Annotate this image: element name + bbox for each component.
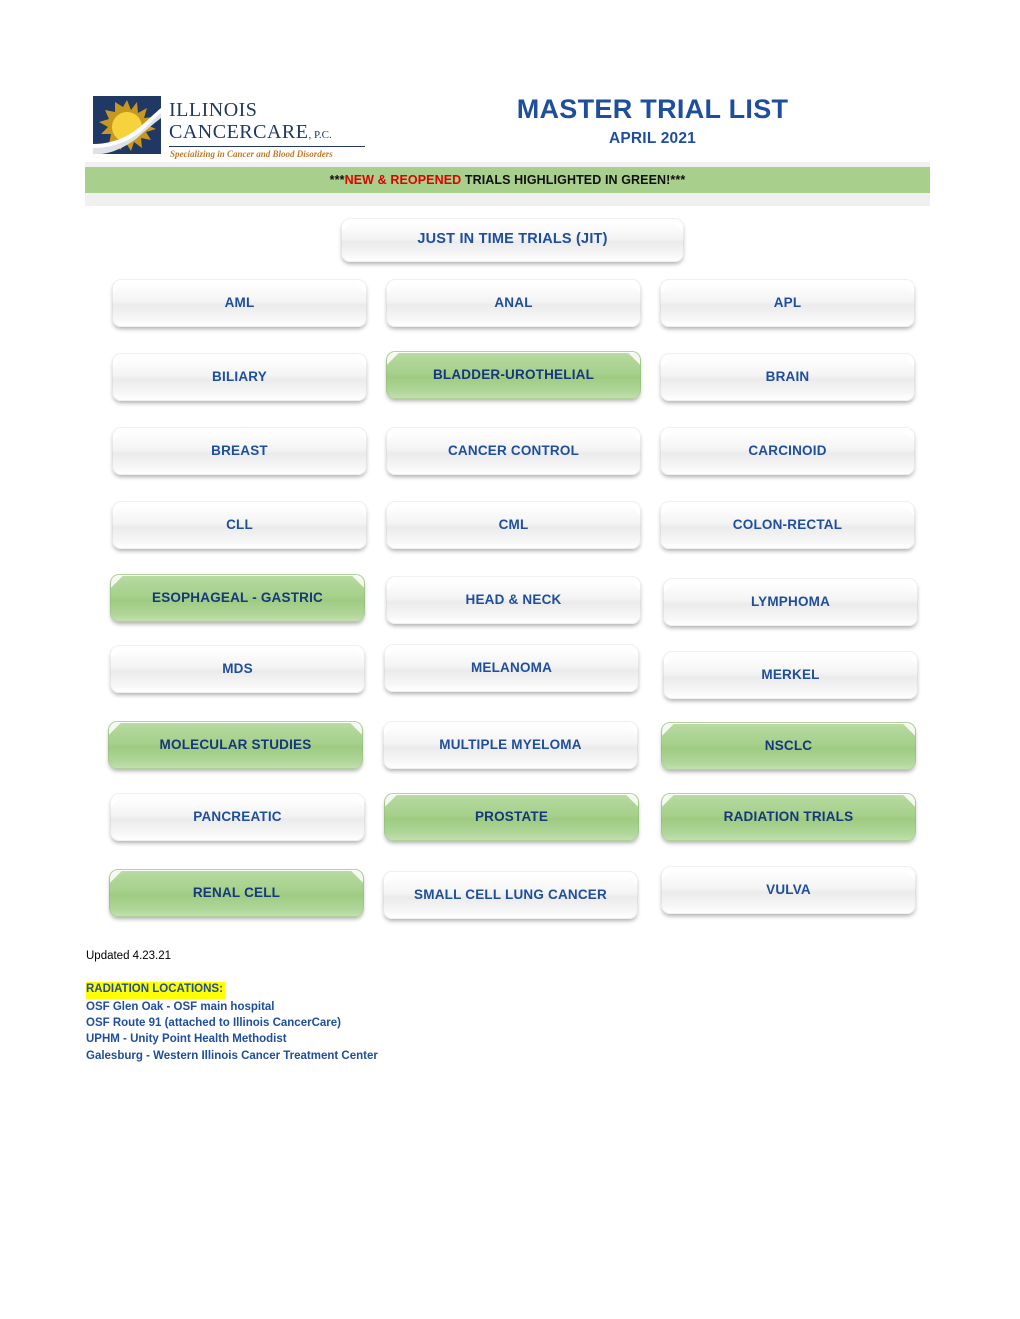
trial-button-nsclc[interactable]: NSCLC bbox=[661, 722, 916, 770]
trial-button-carcinoid[interactable]: CARCINOID bbox=[660, 427, 915, 475]
trial-button-label: HEAD & NECK bbox=[465, 591, 562, 607]
trial-button-label: MELANOMA bbox=[470, 659, 553, 675]
trial-button-apl[interactable]: APL bbox=[660, 279, 915, 327]
trial-button-bladder-urothelial[interactable]: BLADDER-UROTHELIAL bbox=[386, 351, 641, 399]
radiation-location-line: OSF Glen Oak - OSF main hospital bbox=[86, 1000, 275, 1013]
trial-button-label: COLON-RECTAL bbox=[732, 516, 843, 532]
radiation-locations-list: OSF Glen Oak - OSF main hospital OSF Rout… bbox=[86, 999, 586, 1064]
trial-button-label: CLL bbox=[226, 516, 253, 532]
trial-button-cml[interactable]: CML bbox=[386, 501, 641, 549]
trial-button-renal-cell[interactable]: RENAL CELL bbox=[109, 869, 364, 917]
trial-button-label: ESOPHAGEAL - GASTRIC bbox=[151, 589, 324, 605]
trial-button-aml[interactable]: AML bbox=[112, 279, 367, 327]
radiation-locations-heading: RADIATION LOCATIONS: bbox=[86, 982, 225, 999]
trial-button-label: MERKEL bbox=[761, 666, 820, 682]
page-title: MASTER TRIAL LIST bbox=[516, 94, 789, 124]
trial-button-label: SMALL CELL LUNG CANCER bbox=[414, 886, 607, 902]
trial-button-breast[interactable]: BREAST bbox=[112, 427, 367, 475]
logo-line-illinois: ILLINOIS bbox=[169, 99, 258, 121]
trial-button-vulva[interactable]: VULVA bbox=[661, 866, 916, 914]
trial-button-label: NSCLC bbox=[764, 737, 813, 753]
green-highlight-banner: ***NEW & REOPENED TRIALS HIGHLIGHTED IN … bbox=[85, 167, 930, 193]
trial-button-lymphoma[interactable]: LYMPHOMA bbox=[663, 578, 918, 626]
trial-button-label: BILIARY bbox=[212, 368, 267, 384]
logo-wordmark: ILLINOIS CANCERCARE, P.C. Specializing i… bbox=[167, 94, 373, 160]
banner-suffix: TRIALS HIGHLIGHTED IN GREEN!*** bbox=[461, 173, 686, 187]
header-band: ILLINOIS CANCERCARE, P.C. Specializing i… bbox=[85, 88, 930, 206]
trial-button-label: CML bbox=[498, 516, 529, 532]
trial-button-just-in-time-trials[interactable]: JUST IN TIME TRIALS (JIT) bbox=[341, 218, 684, 262]
trial-button-label: CANCER CONTROL bbox=[447, 442, 580, 458]
radiation-location-line: UPHM - Unity Point Health Methodist bbox=[86, 1033, 287, 1046]
banner-highlight: NEW & REOPENED bbox=[344, 173, 462, 187]
logo-divider bbox=[169, 146, 365, 147]
footer: Updated 4.23.21 RADIATION LOCATIONS: OSF… bbox=[86, 950, 586, 1064]
trial-button-label: PANCREATIC bbox=[193, 808, 282, 824]
title-block: MASTER TRIAL LIST APRIL 2021 bbox=[375, 94, 930, 148]
trial-button-molecular-studies[interactable]: MOLECULAR STUDIES bbox=[108, 721, 363, 769]
trial-button-small-cell-lung-cancer[interactable]: SMALL CELL LUNG CANCER bbox=[383, 871, 638, 919]
trial-button-prostate[interactable]: PROSTATE bbox=[384, 793, 639, 841]
trial-button-label: RENAL CELL bbox=[192, 884, 281, 900]
trial-button-biliary[interactable]: BILIARY bbox=[112, 353, 367, 401]
trial-button-esophageal-gastric[interactable]: ESOPHAGEAL - GASTRIC bbox=[110, 574, 365, 622]
trial-button-label: CARCINOID bbox=[748, 442, 827, 458]
trial-button-multiple-myeloma[interactable]: MULTIPLE MYELOMA bbox=[383, 721, 638, 769]
trial-button-label: MOLECULAR STUDIES bbox=[159, 736, 312, 752]
trial-button-radiation-trials[interactable]: RADIATION TRIALS bbox=[661, 793, 916, 841]
trial-button-brain[interactable]: BRAIN bbox=[660, 353, 915, 401]
trial-button-label: MDS bbox=[222, 660, 253, 676]
trial-button-melanoma[interactable]: MELANOMA bbox=[384, 644, 639, 692]
logo-tagline: Specializing in Cancer and Blood Disorde… bbox=[170, 149, 333, 159]
logo-pc-suffix: , P.C. bbox=[308, 129, 332, 141]
logo-line-cancercare: CANCERCARE, P.C. bbox=[169, 121, 332, 143]
trial-button-colon-rectal[interactable]: COLON-RECTAL bbox=[660, 501, 915, 549]
trial-button-label: AML bbox=[224, 294, 255, 310]
trial-button-cll[interactable]: CLL bbox=[112, 501, 367, 549]
radiation-location-line: OSF Route 91 (attached to Illinois Cance… bbox=[86, 1016, 341, 1029]
header-white-area: ILLINOIS CANCERCARE, P.C. Specializing i… bbox=[85, 88, 930, 162]
illinois-cancercare-logo: ILLINOIS CANCERCARE, P.C. Specializing i… bbox=[93, 94, 373, 160]
trial-button-label: LYMPHOMA bbox=[750, 593, 831, 609]
trial-button-head-neck[interactable]: HEAD & NECK bbox=[386, 576, 641, 624]
trial-button-label: BRAIN bbox=[765, 368, 810, 384]
trial-button-label: APL bbox=[773, 294, 802, 310]
trial-button-mds[interactable]: MDS bbox=[110, 645, 365, 693]
trial-button-merkel[interactable]: MERKEL bbox=[663, 651, 918, 699]
trial-button-label: BLADDER-UROTHELIAL bbox=[432, 366, 595, 382]
trial-button-cancer-control[interactable]: CANCER CONTROL bbox=[386, 427, 641, 475]
trial-button-label: ANAL bbox=[494, 294, 533, 310]
trial-button-label: JUST IN TIME TRIALS (JIT) bbox=[417, 231, 608, 248]
trial-button-label: MULTIPLE MYELOMA bbox=[439, 736, 582, 752]
trial-button-label: RADIATION TRIALS bbox=[723, 808, 854, 824]
banner-text: ***NEW & REOPENED TRIALS HIGHLIGHTED IN … bbox=[330, 173, 686, 187]
trial-button-label: PROSTATE bbox=[474, 808, 549, 824]
trial-button-anal[interactable]: ANAL bbox=[386, 279, 641, 327]
updated-date: Updated 4.23.21 bbox=[86, 950, 172, 962]
trial-button-label: VULVA bbox=[766, 881, 811, 897]
page-subtitle: APRIL 2021 bbox=[608, 130, 696, 148]
radiation-locations-block: RADIATION LOCATIONS: OSF Glen Oak - OSF … bbox=[86, 962, 586, 1064]
sunrise-road-logo-icon bbox=[93, 96, 161, 154]
trial-button-pancreatic[interactable]: PANCREATIC bbox=[110, 793, 365, 841]
radiation-location-line: Galesburg - Western Illinois Cancer Trea… bbox=[86, 1049, 378, 1062]
trial-button-label: BREAST bbox=[211, 442, 268, 458]
banner-prefix: *** bbox=[329, 173, 345, 187]
